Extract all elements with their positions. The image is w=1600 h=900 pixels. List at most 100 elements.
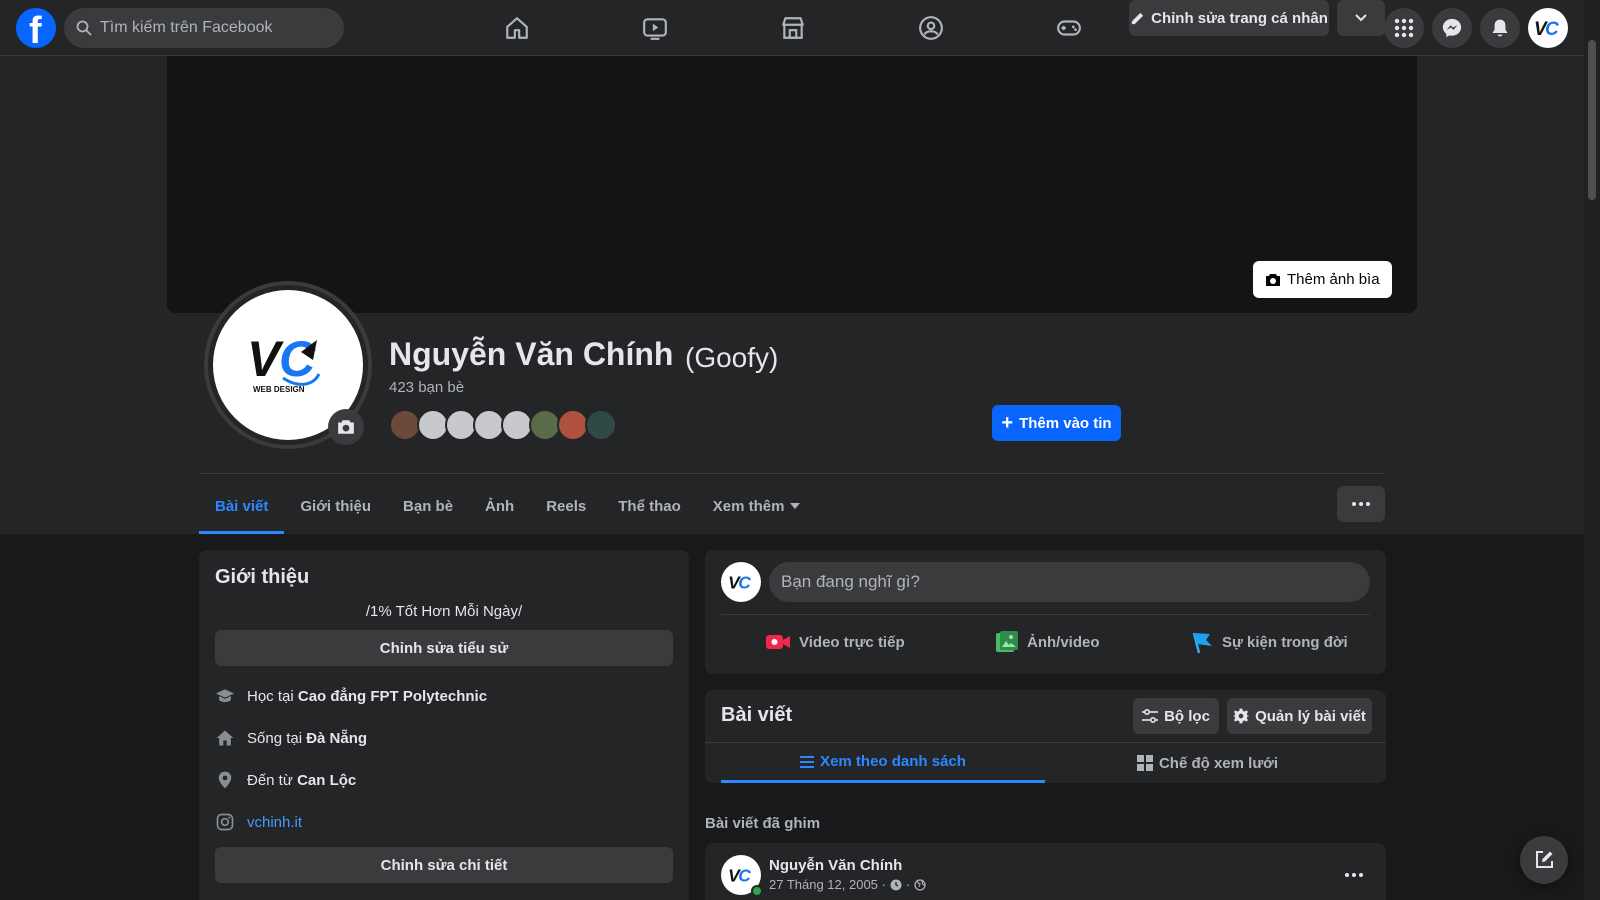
manage-posts-button[interactable]: Quản lý bài viết bbox=[1227, 698, 1372, 734]
profile-tabs: Bài viết Giới thiệu Bạn bè Ảnh Reels Thể… bbox=[199, 478, 816, 534]
scrollbar-thumb[interactable] bbox=[1588, 40, 1596, 200]
live-video-label: Video trực tiếp bbox=[799, 633, 905, 651]
more-dots-icon bbox=[1345, 873, 1363, 877]
globe-icon bbox=[914, 878, 926, 891]
friend-avatar[interactable] bbox=[585, 409, 617, 441]
study-place[interactable]: Cao đẳng FPT Polytechnic bbox=[298, 688, 487, 705]
tab-about[interactable]: Giới thiệu bbox=[284, 478, 387, 534]
edit-profile-label: Chỉnh sửa trang cá nhân bbox=[1151, 9, 1328, 27]
home-icon bbox=[215, 728, 235, 748]
filter-sliders-icon bbox=[1142, 709, 1159, 723]
current-city-row: Sống tại Đà Nẵng bbox=[215, 728, 367, 748]
clock-icon bbox=[890, 879, 902, 891]
new-message-button[interactable] bbox=[1520, 836, 1568, 884]
manage-posts-label: Quản lý bài viết bbox=[1255, 707, 1366, 725]
tab-label: Bạn bè bbox=[403, 497, 454, 515]
add-cover-label: Thêm ảnh bìa bbox=[1287, 271, 1380, 288]
gaming-icon[interactable] bbox=[1052, 12, 1086, 44]
tab-posts[interactable]: Bài viết bbox=[199, 478, 285, 534]
hometown-row: Đến từ Can Lộc bbox=[215, 770, 356, 790]
groups-icon[interactable] bbox=[914, 12, 948, 44]
header-divider bbox=[199, 473, 1385, 474]
filter-button[interactable]: Bộ lọc bbox=[1133, 698, 1219, 734]
photo-video-label: Ảnh/video bbox=[1027, 633, 1100, 651]
live-video-icon bbox=[765, 631, 791, 653]
add-cover-photo-button[interactable]: Thêm ảnh bìa bbox=[1253, 261, 1392, 298]
live-prefix: Sống tại bbox=[247, 729, 307, 747]
svg-text:C: C bbox=[738, 865, 751, 885]
profile-name: Nguyễn Văn Chính bbox=[389, 336, 674, 372]
post-author-name[interactable]: Nguyễn Văn Chính bbox=[769, 857, 902, 874]
pencil-icon bbox=[1130, 11, 1145, 26]
video-icon[interactable] bbox=[638, 12, 672, 44]
tab-label: Ảnh bbox=[485, 497, 515, 515]
grid-view-label: Chế độ xem lưới bbox=[1158, 754, 1279, 772]
instagram-row: vchinh.it bbox=[215, 812, 302, 832]
post-date[interactable]: 27 Tháng 12, 2005 · bbox=[769, 877, 886, 892]
compose-icon bbox=[1534, 850, 1554, 870]
pinned-post-card: VC Nguyễn Văn Chính 27 Tháng 12, 2005 · … bbox=[705, 843, 1386, 900]
profile-dropdown-button[interactable] bbox=[1337, 0, 1385, 36]
search-box[interactable] bbox=[64, 8, 344, 48]
menu-grid-icon[interactable] bbox=[1384, 8, 1424, 48]
whats-on-your-mind-input[interactable] bbox=[769, 562, 1370, 602]
account-avatar[interactable]: VC bbox=[1528, 8, 1568, 48]
posts-header-card: Bài viết Bộ lọc Quản lý bài viết Xem the… bbox=[705, 690, 1386, 783]
edit-bio-button[interactable]: Chỉnh sửa tiểu sử bbox=[215, 630, 673, 666]
tab-label: Bài viết bbox=[215, 497, 269, 515]
cover-photo[interactable] bbox=[167, 56, 1417, 313]
posts-title: Bài viết bbox=[721, 704, 793, 726]
tab-more[interactable]: Xem thêm bbox=[697, 478, 817, 534]
list-icon bbox=[800, 755, 815, 768]
tab-reels[interactable]: Reels bbox=[530, 478, 602, 534]
gear-icon bbox=[1233, 708, 1250, 724]
friends-count[interactable]: 423 bạn bè bbox=[389, 379, 464, 396]
live-place[interactable]: Đà Nẵng bbox=[306, 730, 367, 747]
home-icon[interactable] bbox=[500, 12, 534, 44]
svg-text:C: C bbox=[738, 572, 751, 592]
camera-icon bbox=[1265, 272, 1281, 288]
tab-friends[interactable]: Bạn bè bbox=[387, 478, 469, 534]
from-place[interactable]: Can Lộc bbox=[297, 772, 356, 789]
from-prefix: Đến từ bbox=[247, 771, 298, 789]
life-event-label: Sự kiện trong đời bbox=[1222, 633, 1348, 651]
messenger-icon[interactable] bbox=[1432, 8, 1472, 48]
intro-card: Giới thiệu /1% Tốt Hơn Mỗi Ngày/ Chỉnh s… bbox=[199, 550, 689, 900]
tab-sports[interactable]: Thể thao bbox=[602, 478, 697, 534]
tab-label: Thể thao bbox=[618, 497, 681, 515]
composer-avatar[interactable]: VC bbox=[721, 562, 761, 602]
edit-details-button[interactable]: Chỉnh sửa chi tiết bbox=[215, 847, 673, 883]
photo-video-button[interactable]: Ảnh/video bbox=[995, 622, 1100, 662]
live-video-button[interactable]: Video trực tiếp bbox=[765, 622, 905, 662]
graduation-cap-icon bbox=[215, 686, 235, 706]
bell-icon[interactable] bbox=[1480, 8, 1520, 48]
add-to-story-button[interactable]: + Thêm vào tin bbox=[992, 405, 1121, 441]
profile-nickname: (Goofy) bbox=[685, 342, 779, 373]
online-status-dot bbox=[751, 885, 763, 897]
plus-icon: + bbox=[1001, 412, 1014, 434]
tabs-more-options-button[interactable] bbox=[1337, 486, 1385, 522]
more-dots-icon bbox=[1352, 502, 1370, 506]
grid-icon bbox=[1136, 755, 1153, 771]
post-composer: VC Video trực tiếp Ảnh/video Sự kiện tro… bbox=[705, 550, 1386, 674]
list-view-label: Xem theo danh sách bbox=[820, 753, 966, 770]
facebook-logo[interactable]: f bbox=[16, 8, 56, 48]
tab-photos[interactable]: Ảnh bbox=[469, 478, 530, 534]
meta-separator: · bbox=[905, 877, 911, 892]
change-avatar-camera-icon[interactable] bbox=[328, 409, 364, 445]
page-scrollbar[interactable] bbox=[1584, 0, 1600, 900]
life-event-button[interactable]: Sự kiện trong đời bbox=[1190, 622, 1348, 662]
list-view-tab[interactable]: Xem theo danh sách bbox=[721, 743, 1045, 783]
post-meta: 27 Tháng 12, 2005 · · bbox=[769, 877, 926, 892]
edit-profile-button[interactable]: Chỉnh sửa trang cá nhân bbox=[1129, 0, 1329, 36]
tab-label: Xem thêm bbox=[712, 497, 785, 515]
instagram-link[interactable]: vchinh.it bbox=[247, 814, 302, 831]
marketplace-icon[interactable] bbox=[776, 12, 810, 44]
intro-title: Giới thiệu bbox=[215, 566, 310, 588]
post-more-options[interactable] bbox=[1338, 859, 1370, 891]
svg-text:C: C bbox=[1545, 19, 1559, 40]
tab-label: Reels bbox=[546, 497, 587, 515]
svg-text:WEB DESIGN: WEB DESIGN bbox=[253, 385, 305, 394]
search-input[interactable] bbox=[100, 19, 330, 37]
grid-view-tab[interactable]: Chế độ xem lưới bbox=[1045, 743, 1370, 783]
